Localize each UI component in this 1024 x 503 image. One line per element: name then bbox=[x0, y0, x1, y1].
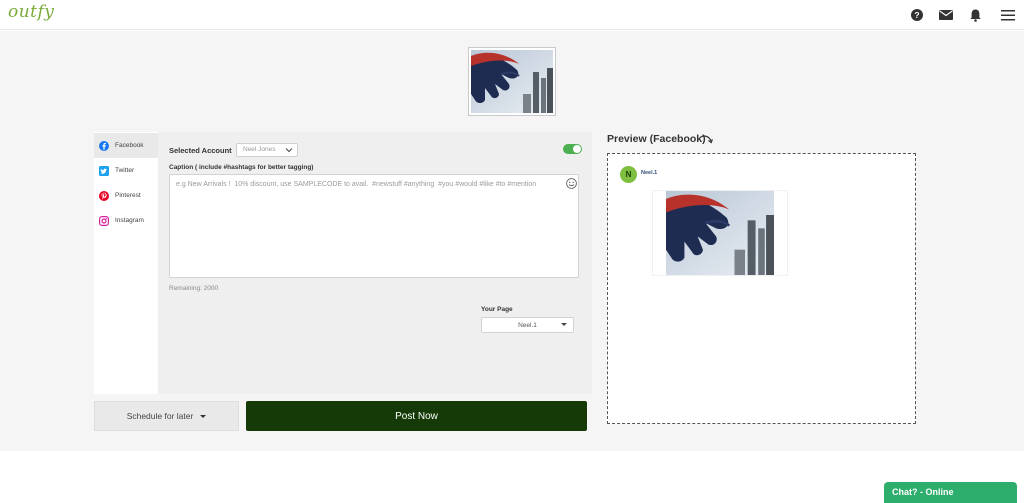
tab-instagram[interactable]: Instagram bbox=[94, 208, 158, 233]
post-now-button[interactable]: Post Now bbox=[246, 401, 587, 431]
curved-arrow-icon bbox=[700, 135, 713, 144]
network-tabs: Facebook Twitter Pinterest Instagram bbox=[94, 132, 158, 394]
media-thumbnail[interactable] bbox=[468, 47, 556, 116]
remaining-count: Remaining: 2000 bbox=[169, 285, 219, 292]
caption-input[interactable] bbox=[170, 175, 560, 275]
chat-widget[interactable]: Chat? - Online bbox=[884, 482, 1017, 503]
chevron-down-icon bbox=[285, 148, 293, 153]
bell-icon[interactable] bbox=[968, 8, 982, 22]
schedule-for-later-button[interactable]: Schedule for later bbox=[94, 401, 239, 431]
caret-down-icon bbox=[200, 414, 207, 418]
preview-image-frame bbox=[652, 190, 788, 276]
auto-post-toggle[interactable] bbox=[563, 144, 582, 154]
mail-icon[interactable] bbox=[939, 8, 953, 22]
tab-twitter-label: Twitter bbox=[115, 167, 135, 174]
help-icon[interactable]: ? bbox=[910, 8, 924, 22]
tab-instagram-label: Instagram bbox=[115, 217, 144, 224]
pinterest-icon bbox=[99, 190, 109, 201]
preview-photo bbox=[666, 191, 774, 275]
tab-twitter[interactable]: Twitter bbox=[94, 158, 158, 183]
twitter-icon bbox=[99, 165, 109, 176]
tab-facebook-label: Facebook bbox=[115, 142, 144, 149]
instagram-icon bbox=[99, 215, 109, 226]
outfy-logo[interactable]: outfy bbox=[8, 2, 54, 22]
svg-text:?: ? bbox=[914, 10, 919, 20]
page-select[interactable]: Neel.1 bbox=[481, 317, 574, 333]
tab-pinterest-label: Pinterest bbox=[115, 192, 141, 199]
toggle-knob bbox=[573, 145, 581, 153]
selected-account-label: Selected Account bbox=[169, 146, 232, 155]
page-select-value: Neel.1 bbox=[518, 321, 537, 329]
caption-box bbox=[169, 174, 579, 278]
emoji-icon[interactable] bbox=[566, 178, 577, 189]
caption-label: Caption ( include #hashtags for better t… bbox=[169, 164, 314, 171]
your-page-label: Your Page bbox=[481, 306, 513, 313]
account-select[interactable]: Neel Jones bbox=[236, 143, 298, 157]
preview-page-name: Neel.1 bbox=[641, 170, 658, 176]
preview-card: N Neel.1 bbox=[607, 153, 916, 424]
menu-icon[interactable] bbox=[1000, 8, 1016, 22]
tab-facebook[interactable]: Facebook bbox=[94, 133, 158, 158]
avatar: N bbox=[620, 166, 637, 183]
media-photo bbox=[471, 50, 553, 113]
tab-pinterest[interactable]: Pinterest bbox=[94, 183, 158, 208]
account-select-value: Neel Jones bbox=[243, 146, 276, 153]
preview-title: Preview (Facebook) bbox=[607, 133, 706, 145]
top-header: outfy ? bbox=[0, 0, 1024, 30]
schedule-label: Schedule for later bbox=[126, 411, 194, 421]
caret-down-icon bbox=[561, 323, 567, 326]
facebook-icon bbox=[99, 140, 109, 151]
